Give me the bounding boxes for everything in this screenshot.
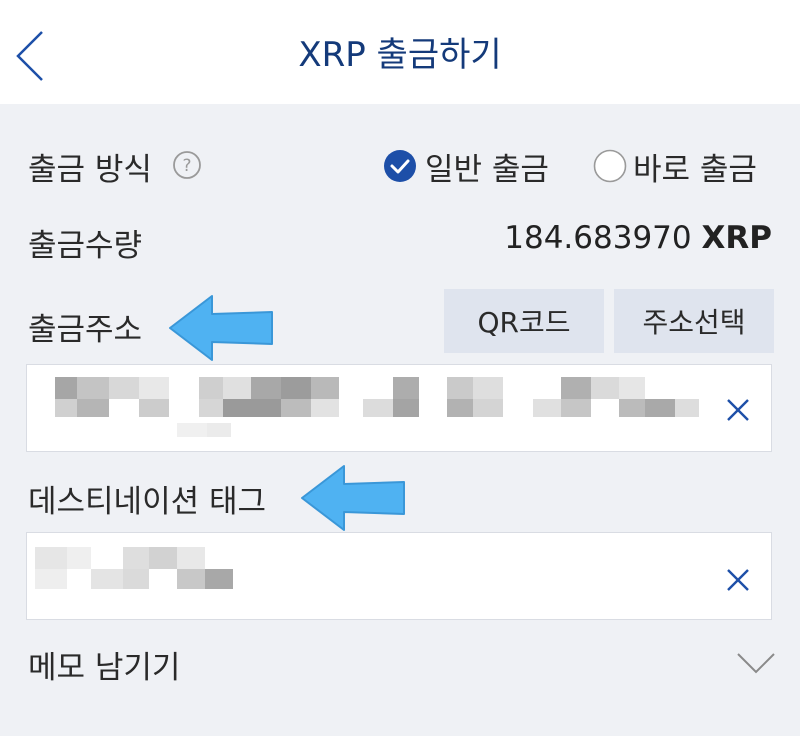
app-header: XRP 출금하기: [0, 0, 800, 104]
blurred-text: [35, 547, 67, 569]
blurred-text: [251, 377, 281, 399]
blue-arrow-icon: [301, 465, 405, 531]
blurred-text: [177, 569, 205, 589]
blurred-text: [591, 377, 619, 399]
qr-code-button[interactable]: QR코드: [444, 289, 604, 353]
blurred-text: [561, 377, 591, 399]
blurred-text: [205, 569, 233, 589]
amount-unit: XRP: [701, 220, 773, 256]
blurred-text: [91, 569, 123, 589]
memo-toggle[interactable]: 메모 남기기: [28, 642, 180, 687]
chevron-down-icon[interactable]: [736, 651, 776, 675]
blurred-text: [619, 399, 645, 417]
blurred-text: [281, 377, 311, 399]
checked-circle-icon: [384, 150, 416, 182]
blurred-text: [393, 377, 419, 399]
option-normal-withdrawal[interactable]: 일반 출금: [383, 143, 549, 189]
blurred-text: [363, 399, 393, 417]
blurred-text: [123, 547, 149, 569]
blurred-text: [149, 547, 177, 569]
blurred-text: [199, 377, 223, 399]
blurred-text: [533, 399, 561, 417]
destination-tag-input[interactable]: [26, 532, 772, 620]
blue-arrow-icon: [169, 295, 273, 361]
blurred-text: [675, 399, 699, 417]
option-instant-label: 바로 출금: [633, 151, 757, 188]
blurred-text: [393, 399, 419, 417]
address-select-button[interactable]: 주소선택: [614, 289, 774, 353]
blurred-text: [473, 399, 503, 417]
blurred-text: [35, 569, 67, 589]
close-icon[interactable]: [723, 565, 753, 595]
destination-tag-label: 데스티네이션 태그: [28, 484, 267, 520]
amount-value: 184.683970 XRP: [504, 220, 772, 256]
option-normal-label: 일반 출금: [425, 151, 549, 188]
blurred-text: [139, 399, 169, 417]
blurred-text: [199, 399, 223, 417]
amount-label: 출금수량: [28, 228, 143, 264]
blurred-text: [223, 399, 281, 417]
svg-text:?: ?: [182, 156, 191, 176]
blurred-text: [139, 377, 169, 399]
blurred-text: [447, 377, 473, 399]
blurred-text: [281, 399, 311, 417]
blurred-text: [77, 399, 109, 417]
blurred-text: [67, 547, 91, 569]
blurred-text: [311, 377, 339, 399]
blurred-text: [177, 547, 205, 569]
blurred-text: [207, 423, 231, 437]
blurred-text: [123, 569, 149, 589]
method-label: 출금 방식: [28, 152, 152, 188]
unchecked-circle-icon: [593, 149, 627, 183]
amount-number: 184.683970: [504, 220, 692, 256]
close-icon[interactable]: [723, 395, 753, 425]
option-instant-withdrawal[interactable]: 바로 출금: [593, 143, 757, 189]
blurred-text: [619, 377, 645, 399]
address-input[interactable]: [26, 364, 772, 452]
blurred-text: [223, 377, 251, 399]
page-title: XRP 출금하기: [298, 35, 502, 75]
blurred-text: [109, 377, 139, 399]
blurred-text: [177, 423, 207, 437]
question-circle-icon[interactable]: ?: [172, 150, 202, 180]
blurred-text: [645, 399, 675, 417]
blurred-text: [311, 399, 339, 417]
blurred-text: [55, 399, 77, 417]
blurred-text: [447, 399, 473, 417]
blurred-text: [561, 399, 591, 417]
blurred-text: [77, 377, 109, 399]
address-label: 출금주소: [28, 312, 143, 348]
blurred-text: [55, 377, 77, 399]
blurred-text: [473, 377, 503, 399]
